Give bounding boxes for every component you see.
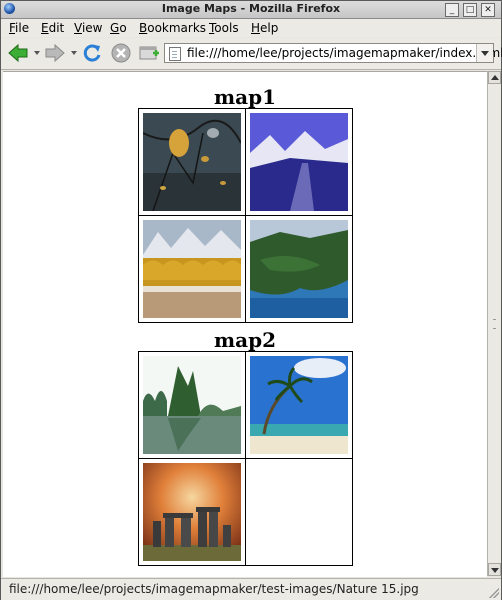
menu-file[interactable]: File (9, 21, 29, 35)
page-icon (169, 47, 181, 61)
map2-heading: map2 (213, 328, 277, 352)
new-tab-icon[interactable] (138, 42, 160, 64)
menu-edit[interactable]: Edit (41, 21, 64, 35)
window-title: Image Maps - Mozilla Firefox (161, 2, 341, 15)
map2-cell (138, 458, 246, 566)
back-history-dropdown[interactable] (34, 51, 40, 55)
page-content: map1 map2 (3, 71, 487, 577)
resize-grip-icon[interactable] (489, 588, 499, 598)
reload-icon[interactable] (81, 42, 103, 64)
map1-cell (138, 215, 246, 323)
map1-cell (138, 108, 246, 216)
close-icon[interactable]: ✕ (481, 3, 495, 17)
map1-cell (245, 215, 353, 323)
map1-image-table (138, 108, 353, 323)
menu-help[interactable]: Help (251, 21, 278, 35)
menu-view[interactable]: View (74, 21, 102, 35)
map2-image-table (138, 351, 353, 566)
forward-arrow-icon[interactable] (44, 42, 66, 64)
autumn-leaves-thumbnail[interactable] (143, 113, 241, 211)
url-history-dropdown[interactable] (476, 44, 493, 62)
status-text: file:///home/lee/projects/imagemapmaker/… (9, 582, 419, 596)
menu-tools[interactable]: Tools (209, 21, 239, 35)
stop-icon[interactable] (110, 42, 132, 64)
scroll-up-icon[interactable] (488, 71, 501, 84)
minimize-icon[interactable]: _ (445, 3, 459, 17)
palm-tree-beach-thumbnail[interactable] (250, 356, 348, 454)
url-field[interactable]: file:///home/lee/projects/imagemapmaker/… (164, 43, 502, 63)
scroll-grip[interactable] (493, 319, 496, 329)
back-arrow-icon[interactable] (7, 42, 29, 64)
golden-trees-thumbnail[interactable] (143, 220, 241, 318)
vertical-scrollbar[interactable] (487, 71, 501, 576)
status-bar: file:///home/lee/projects/imagemapmaker/… (1, 578, 501, 600)
browser-window: Image Maps - Mozilla Firefox _ □ ✕ File … (0, 0, 502, 600)
lake-with-trees-thumbnail[interactable] (143, 356, 241, 454)
url-text[interactable]: file:///home/lee/projects/imagemapmaker/… (187, 46, 502, 60)
scroll-down-icon[interactable] (488, 563, 501, 576)
title-bar[interactable]: Image Maps - Mozilla Firefox _ □ ✕ (1, 1, 501, 19)
maximize-icon[interactable]: □ (463, 3, 477, 17)
menu-go[interactable]: Go (110, 21, 127, 35)
map2-empty-cell (245, 458, 353, 566)
map1-heading: map1 (213, 85, 277, 109)
map1-cell (245, 108, 353, 216)
map2-cell (138, 351, 246, 459)
menu-bookmarks[interactable]: Bookmarks (139, 21, 206, 35)
forward-history-dropdown[interactable] (71, 51, 77, 55)
snowy-mountain-thumbnail[interactable] (250, 113, 348, 211)
map2-cell (245, 351, 353, 459)
green-island-thumbnail[interactable] (250, 220, 348, 318)
menu-bar: File Edit View Go Bookmarks Tools Help (1, 19, 501, 37)
stonehenge-thumbnail[interactable] (143, 463, 241, 561)
